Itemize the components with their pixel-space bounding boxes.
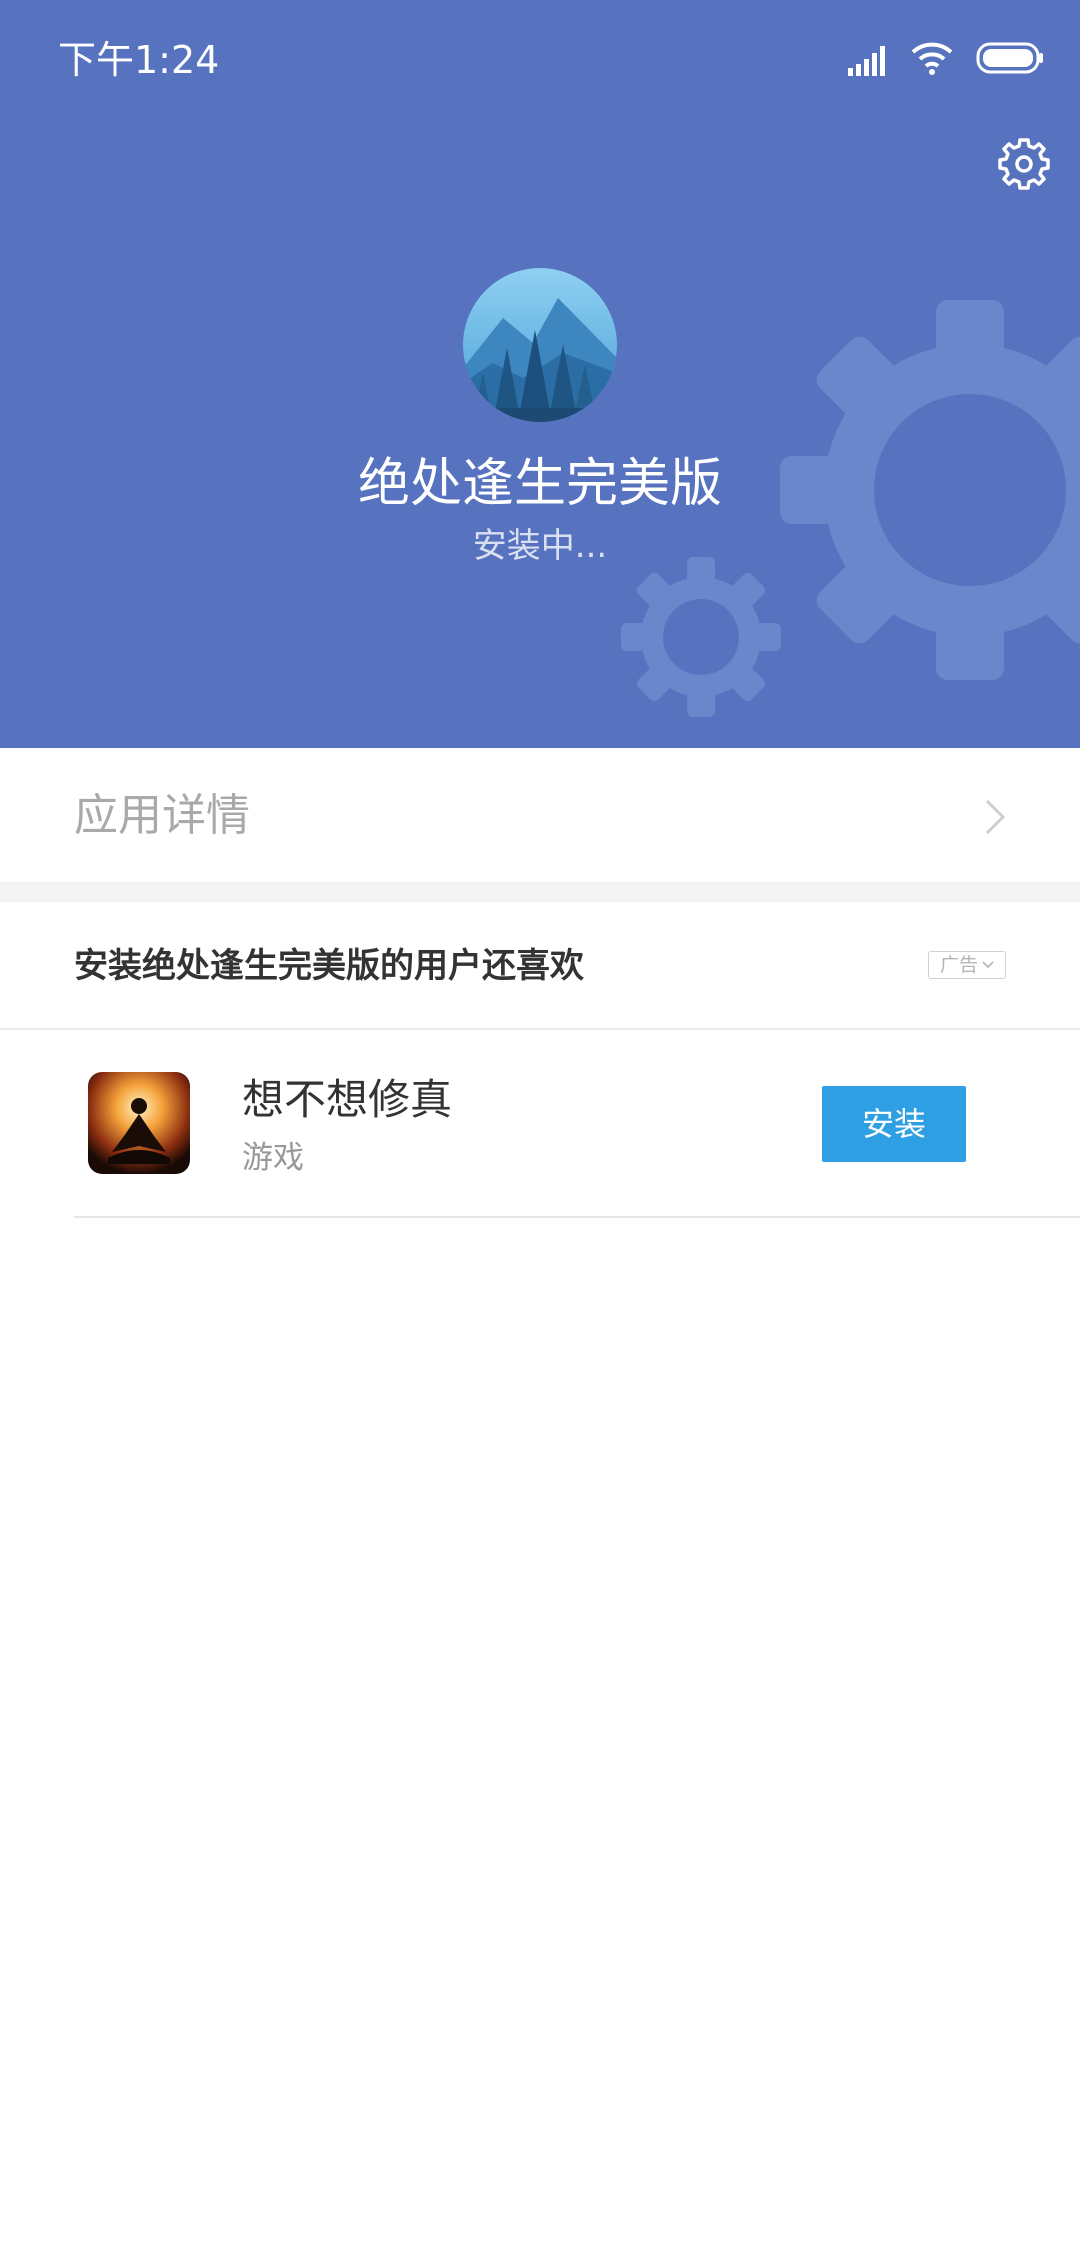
app-details-label: 应用详情 <box>74 790 250 841</box>
ad-badge[interactable]: 广告 <box>928 951 1006 979</box>
settings-gear-icon[interactable] <box>996 136 1052 192</box>
chevron-right-icon <box>985 799 1006 835</box>
recommended-app-category: 游戏 <box>242 1140 304 1176</box>
recommended-app-name: 想不想修真 <box>242 1075 453 1124</box>
divider <box>74 1216 1080 1218</box>
install-button[interactable]: 安装 <box>822 1086 966 1162</box>
install-screen: 下午1:24 绝处逢生完美版 安装中... 应用详情 安装绝处逢生完美版的用户还… <box>0 0 1080 2248</box>
ad-label: 广告 <box>939 953 978 976</box>
signal-icon <box>848 46 885 76</box>
wifi-icon <box>911 42 953 75</box>
status-bar-time: 下午1:24 <box>58 38 220 82</box>
chevron-down-icon <box>982 961 994 969</box>
app-name: 绝处逢生完美版 <box>357 454 722 514</box>
battery-icon <box>976 42 1043 74</box>
recommended-app-item[interactable]: 想不想修真 游戏 安装 <box>0 1030 1080 1216</box>
recommendation-title: 安装绝处逢生完美版的用户还喜欢 <box>74 946 584 986</box>
gear-background-small-icon <box>621 557 781 717</box>
app-details-row[interactable]: 应用详情 <box>0 748 1080 882</box>
app-icon <box>463 268 617 422</box>
section-gap <box>0 882 1080 902</box>
install-status-text: 安装中... <box>472 526 608 566</box>
install-header: 下午1:24 绝处逢生完美版 安装中... <box>0 0 1080 748</box>
recommended-app-icon[interactable] <box>88 1072 190 1174</box>
